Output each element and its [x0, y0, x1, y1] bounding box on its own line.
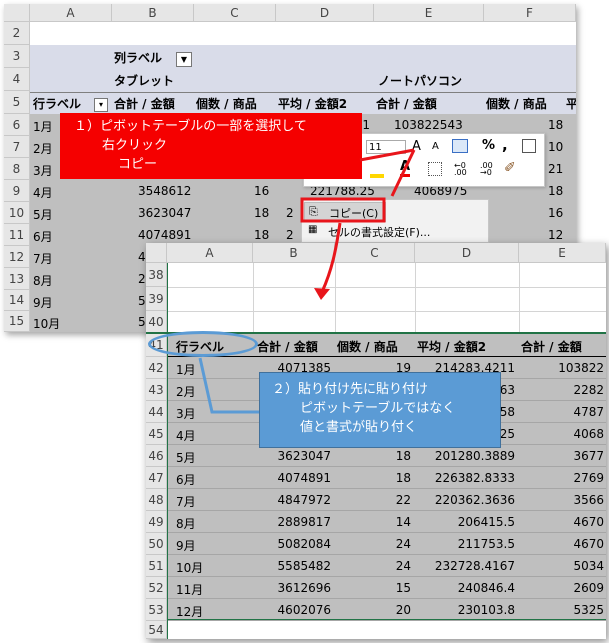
red-down-arrow — [320, 222, 342, 293]
red-arrow-head — [314, 288, 330, 300]
annotation-overlay — [198, 148, 416, 414]
red-connector-line — [390, 149, 416, 197]
red-arrow-to-toolbar — [359, 148, 415, 162]
copy-menu-highlight-box — [300, 197, 386, 223]
blue-callout-connector — [198, 357, 259, 414]
